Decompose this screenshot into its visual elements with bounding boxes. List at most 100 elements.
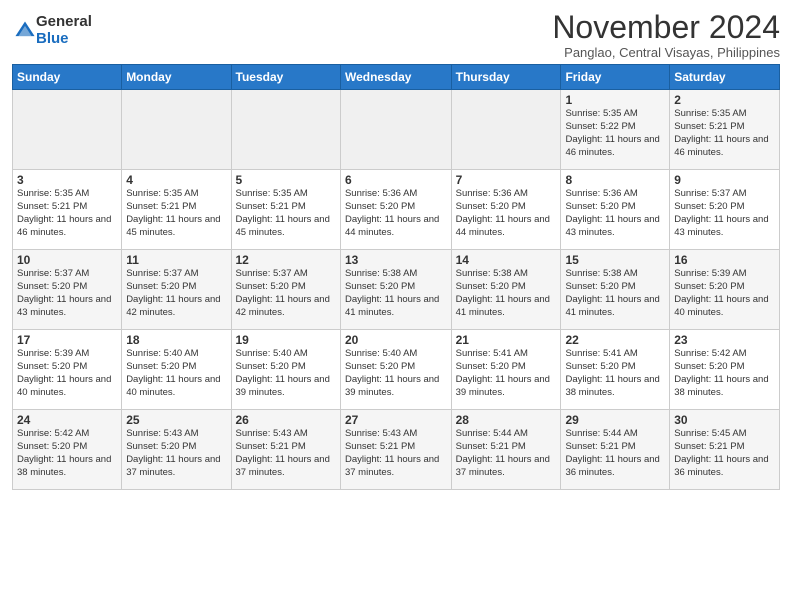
day-number: 8 <box>565 173 665 187</box>
day-info: Sunrise: 5:35 AM Sunset: 5:21 PM Dayligh… <box>17 188 117 239</box>
header-row: SundayMondayTuesdayWednesdayThursdayFrid… <box>13 65 780 90</box>
day-cell <box>451 90 561 170</box>
logo-text: General Blue <box>36 14 92 47</box>
day-cell: 5Sunrise: 5:35 AM Sunset: 5:21 PM Daylig… <box>231 170 340 250</box>
day-info: Sunrise: 5:35 AM Sunset: 5:21 PM Dayligh… <box>236 188 336 239</box>
calendar-container: General Blue November 2024 Panglao, Cent… <box>0 0 792 496</box>
day-number: 27 <box>345 413 447 427</box>
day-info: Sunrise: 5:37 AM Sunset: 5:20 PM Dayligh… <box>126 268 226 319</box>
day-cell: 27Sunrise: 5:43 AM Sunset: 5:21 PM Dayli… <box>340 410 451 490</box>
day-cell: 22Sunrise: 5:41 AM Sunset: 5:20 PM Dayli… <box>561 330 670 410</box>
title-block: November 2024 Panglao, Central Visayas, … <box>552 10 780 60</box>
day-cell: 23Sunrise: 5:42 AM Sunset: 5:20 PM Dayli… <box>670 330 780 410</box>
day-cell: 3Sunrise: 5:35 AM Sunset: 5:21 PM Daylig… <box>13 170 122 250</box>
day-number: 2 <box>674 93 775 107</box>
day-cell: 29Sunrise: 5:44 AM Sunset: 5:21 PM Dayli… <box>561 410 670 490</box>
day-info: Sunrise: 5:42 AM Sunset: 5:20 PM Dayligh… <box>674 348 775 399</box>
day-info: Sunrise: 5:43 AM Sunset: 5:20 PM Dayligh… <box>126 428 226 479</box>
day-info: Sunrise: 5:43 AM Sunset: 5:21 PM Dayligh… <box>345 428 447 479</box>
day-info: Sunrise: 5:39 AM Sunset: 5:20 PM Dayligh… <box>674 268 775 319</box>
day-cell: 30Sunrise: 5:45 AM Sunset: 5:21 PM Dayli… <box>670 410 780 490</box>
day-cell: 24Sunrise: 5:42 AM Sunset: 5:20 PM Dayli… <box>13 410 122 490</box>
day-info: Sunrise: 5:44 AM Sunset: 5:21 PM Dayligh… <box>456 428 557 479</box>
location: Panglao, Central Visayas, Philippines <box>552 45 780 60</box>
day-info: Sunrise: 5:41 AM Sunset: 5:20 PM Dayligh… <box>456 348 557 399</box>
day-number: 15 <box>565 253 665 267</box>
day-number: 13 <box>345 253 447 267</box>
day-cell: 2Sunrise: 5:35 AM Sunset: 5:21 PM Daylig… <box>670 90 780 170</box>
header-cell-wednesday: Wednesday <box>340 65 451 90</box>
day-number: 28 <box>456 413 557 427</box>
day-cell: 1Sunrise: 5:35 AM Sunset: 5:22 PM Daylig… <box>561 90 670 170</box>
day-cell: 11Sunrise: 5:37 AM Sunset: 5:20 PM Dayli… <box>122 250 231 330</box>
day-info: Sunrise: 5:35 AM Sunset: 5:21 PM Dayligh… <box>126 188 226 239</box>
header-cell-tuesday: Tuesday <box>231 65 340 90</box>
day-number: 4 <box>126 173 226 187</box>
day-cell <box>122 90 231 170</box>
logo-blue: Blue <box>36 31 92 48</box>
day-number: 14 <box>456 253 557 267</box>
day-cell: 7Sunrise: 5:36 AM Sunset: 5:20 PM Daylig… <box>451 170 561 250</box>
day-info: Sunrise: 5:36 AM Sunset: 5:20 PM Dayligh… <box>456 188 557 239</box>
day-info: Sunrise: 5:37 AM Sunset: 5:20 PM Dayligh… <box>17 268 117 319</box>
day-info: Sunrise: 5:36 AM Sunset: 5:20 PM Dayligh… <box>565 188 665 239</box>
day-info: Sunrise: 5:38 AM Sunset: 5:20 PM Dayligh… <box>456 268 557 319</box>
day-cell: 9Sunrise: 5:37 AM Sunset: 5:20 PM Daylig… <box>670 170 780 250</box>
calendar-table: SundayMondayTuesdayWednesdayThursdayFrid… <box>12 64 780 490</box>
day-number: 1 <box>565 93 665 107</box>
day-info: Sunrise: 5:42 AM Sunset: 5:20 PM Dayligh… <box>17 428 117 479</box>
day-info: Sunrise: 5:37 AM Sunset: 5:20 PM Dayligh… <box>674 188 775 239</box>
day-info: Sunrise: 5:36 AM Sunset: 5:20 PM Dayligh… <box>345 188 447 239</box>
week-row-3: 10Sunrise: 5:37 AM Sunset: 5:20 PM Dayli… <box>13 250 780 330</box>
day-cell: 8Sunrise: 5:36 AM Sunset: 5:20 PM Daylig… <box>561 170 670 250</box>
day-cell <box>13 90 122 170</box>
day-info: Sunrise: 5:40 AM Sunset: 5:20 PM Dayligh… <box>126 348 226 399</box>
day-number: 22 <box>565 333 665 347</box>
day-cell <box>231 90 340 170</box>
day-cell: 18Sunrise: 5:40 AM Sunset: 5:20 PM Dayli… <box>122 330 231 410</box>
logo: General Blue <box>12 14 92 47</box>
day-number: 19 <box>236 333 336 347</box>
header-cell-thursday: Thursday <box>451 65 561 90</box>
day-info: Sunrise: 5:43 AM Sunset: 5:21 PM Dayligh… <box>236 428 336 479</box>
day-number: 17 <box>17 333 117 347</box>
day-cell: 6Sunrise: 5:36 AM Sunset: 5:20 PM Daylig… <box>340 170 451 250</box>
day-number: 10 <box>17 253 117 267</box>
day-info: Sunrise: 5:45 AM Sunset: 5:21 PM Dayligh… <box>674 428 775 479</box>
week-row-2: 3Sunrise: 5:35 AM Sunset: 5:21 PM Daylig… <box>13 170 780 250</box>
day-number: 24 <box>17 413 117 427</box>
day-cell: 25Sunrise: 5:43 AM Sunset: 5:20 PM Dayli… <box>122 410 231 490</box>
day-cell: 4Sunrise: 5:35 AM Sunset: 5:21 PM Daylig… <box>122 170 231 250</box>
day-cell <box>340 90 451 170</box>
day-info: Sunrise: 5:40 AM Sunset: 5:20 PM Dayligh… <box>236 348 336 399</box>
day-number: 9 <box>674 173 775 187</box>
day-cell: 17Sunrise: 5:39 AM Sunset: 5:20 PM Dayli… <box>13 330 122 410</box>
logo-general: General <box>36 14 92 31</box>
day-number: 18 <box>126 333 226 347</box>
day-number: 25 <box>126 413 226 427</box>
day-cell: 13Sunrise: 5:38 AM Sunset: 5:20 PM Dayli… <box>340 250 451 330</box>
day-info: Sunrise: 5:41 AM Sunset: 5:20 PM Dayligh… <box>565 348 665 399</box>
day-cell: 20Sunrise: 5:40 AM Sunset: 5:20 PM Dayli… <box>340 330 451 410</box>
day-cell: 16Sunrise: 5:39 AM Sunset: 5:20 PM Dayli… <box>670 250 780 330</box>
logo-icon <box>14 20 36 42</box>
day-info: Sunrise: 5:35 AM Sunset: 5:22 PM Dayligh… <box>565 108 665 159</box>
day-number: 20 <box>345 333 447 347</box>
day-cell: 10Sunrise: 5:37 AM Sunset: 5:20 PM Dayli… <box>13 250 122 330</box>
day-number: 3 <box>17 173 117 187</box>
header-cell-monday: Monday <box>122 65 231 90</box>
day-cell: 28Sunrise: 5:44 AM Sunset: 5:21 PM Dayli… <box>451 410 561 490</box>
day-info: Sunrise: 5:37 AM Sunset: 5:20 PM Dayligh… <box>236 268 336 319</box>
day-cell: 26Sunrise: 5:43 AM Sunset: 5:21 PM Dayli… <box>231 410 340 490</box>
day-number: 11 <box>126 253 226 267</box>
day-number: 21 <box>456 333 557 347</box>
day-info: Sunrise: 5:35 AM Sunset: 5:21 PM Dayligh… <box>674 108 775 159</box>
header-cell-saturday: Saturday <box>670 65 780 90</box>
day-number: 26 <box>236 413 336 427</box>
day-number: 6 <box>345 173 447 187</box>
day-info: Sunrise: 5:39 AM Sunset: 5:20 PM Dayligh… <box>17 348 117 399</box>
day-number: 16 <box>674 253 775 267</box>
day-number: 12 <box>236 253 336 267</box>
day-number: 7 <box>456 173 557 187</box>
day-info: Sunrise: 5:38 AM Sunset: 5:20 PM Dayligh… <box>345 268 447 319</box>
